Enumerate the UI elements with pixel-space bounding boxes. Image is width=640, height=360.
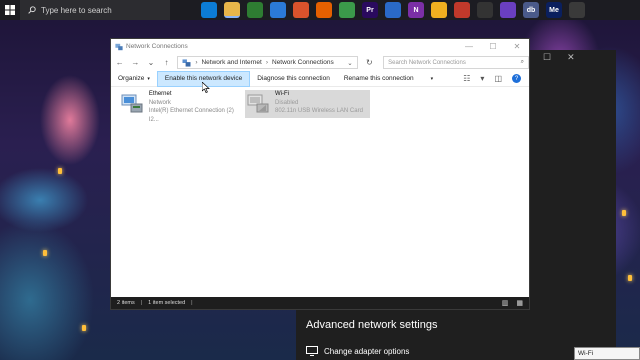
close-icon[interactable]: ✕ [567,52,575,63]
status-divider: | [140,300,143,306]
history-chevron-icon[interactable]: ⌄ [146,58,156,67]
monitor-icon [306,346,318,356]
minimize-icon: — [465,42,473,51]
connections-list: Ethernet Network Intel(R) Ethernet Conne… [111,87,529,296]
search-input[interactable]: Search Network Connections ⌕ [383,56,530,69]
more-commands-button[interactable]: ▾ [421,71,441,87]
breadcrumb-separator: › [265,59,268,66]
lantern-decoration [82,325,86,331]
up-arrow-icon[interactable]: ↑ [162,58,172,67]
network-location-icon [182,58,191,67]
help-icon[interactable]: ? [512,74,521,83]
connection-name: Ethernet [148,91,172,97]
advanced-network-settings-heading: Advanced network settings [306,319,438,331]
connection-device: 802.11n USB Wireless LAN Card [275,108,363,114]
edge-icon[interactable] [201,2,217,18]
close-button[interactable]: ✕ [505,39,529,54]
photos-icon[interactable] [385,2,401,18]
diagnose-connection-label: Diagnose this connection [257,75,330,82]
db-icon[interactable]: db [523,2,539,18]
taskbar-search-box[interactable]: Type here to search [20,0,170,20]
taskbar-app-icons: Pr Ndb Me [170,2,585,18]
taskbar-search-placeholder: Type here to search [41,5,112,15]
preview-pane-icon[interactable]: ◫ [494,74,502,83]
breadcrumb-separator: › [195,59,198,66]
connection-device: Intel(R) Ethernet Connection (2) I2... [148,108,234,123]
breadcrumb-network-and-internet[interactable]: Network and Internet [201,59,261,66]
large-icons-view-icon[interactable]: ▦ [516,299,523,307]
maximize-button[interactable]: ☐ [481,39,505,54]
start-button[interactable] [0,0,20,20]
change-adapter-options-link[interactable]: Change adapter options [306,346,409,356]
view-options-icon[interactable]: ▾ [480,74,484,83]
forward-arrow-icon[interactable]: → [131,58,141,67]
search-placeholder: Search Network Connections [388,59,466,66]
windows-logo-icon [5,5,15,15]
lantern-decoration [628,275,632,281]
wifi-tooltip: Wi-Fi [574,347,640,360]
ethernet-adapter-icon [119,90,145,116]
file-explorer-icon[interactable] [224,2,240,18]
clapper-icon[interactable] [477,2,493,18]
premiere-icon[interactable]: Pr [362,2,378,18]
window-titlebar[interactable]: Network Connections — ☐ ✕ [111,39,529,54]
maximize-icon: ☐ [489,42,497,51]
connection-name: Wi-Fi [275,91,289,97]
search-icon: ⌕ [520,59,525,65]
organize-menu-button[interactable]: Organize ▾ [111,71,157,87]
organize-label: Organize [118,75,145,82]
connection-status: Disabled [275,99,299,106]
media-encoder-icon[interactable]: Me [546,2,562,18]
search-icon [28,6,36,14]
onenote-icon[interactable]: N [408,2,424,18]
terminal-icon[interactable] [569,2,585,18]
mail-icon[interactable] [270,2,286,18]
list-item-ethernet[interactable]: Ethernet Network Intel(R) Ethernet Conne… [119,90,245,123]
change-adapter-options-label: Change adapter options [324,346,410,356]
minimize-button[interactable]: — [457,39,481,54]
taskbar: Type here to search Pr Ndb Me [0,0,640,20]
app-red-icon[interactable] [454,2,470,18]
change-view-icon[interactable]: ☷ [463,74,470,83]
list-item-wifi[interactable]: Wi-Fi Disabled 802.11n USB Wireless LAN … [245,90,370,118]
app-green-icon[interactable] [247,2,263,18]
close-icon: ✕ [513,42,521,51]
command-bar: Organize ▾ Enable this network device Di… [111,70,529,87]
connection-status: Network [148,99,171,106]
window-title: Network Connections [126,43,188,50]
status-bar: 2 items | 1 item selected | ▥ ▦ [111,297,529,309]
address-dropdown-icon[interactable]: ⌄ [347,59,356,67]
enable-network-device-label: Enable this network device [164,75,243,82]
diagnose-connection-button[interactable]: Diagnose this connection [250,71,337,87]
app-yellow-icon[interactable] [431,2,447,18]
lantern-decoration [622,210,626,216]
lantern-decoration [58,168,62,174]
details-view-icon[interactable]: ▥ [502,299,509,307]
lantern-decoration [43,250,47,256]
mouse-pointer-icon [202,82,210,93]
rename-connection-button[interactable]: Rename this connection [337,71,421,87]
maximize-icon[interactable]: ☐ [543,52,551,63]
network-connections-window: Network Connections — ☐ ✕ ← → ⌄ ↑ › Netw… [110,38,530,310]
wifi-adapter-icon [245,90,271,116]
firefox-icon[interactable] [316,2,332,18]
rename-connection-label: Rename this connection [343,75,414,82]
app-purple-icon[interactable] [500,2,516,18]
address-bar: ← → ⌄ ↑ › Network and Internet › Network… [111,54,530,71]
chevron-down-icon: ▾ [147,75,150,82]
item-count: 2 items [117,300,135,306]
status-divider: | [191,300,193,306]
breadcrumb-network-connections[interactable]: Network Connections [272,59,334,66]
address-field[interactable]: › Network and Internet › Network Connect… [177,56,358,69]
back-arrow-icon[interactable]: ← [115,58,125,67]
network-folder-icon [115,43,123,50]
app-orange-icon[interactable] [293,2,309,18]
chevron-down-icon: ▾ [430,75,434,82]
chrome-icon[interactable] [339,2,355,18]
task-view-icon[interactable] [178,2,194,18]
refresh-icon[interactable]: ↻ [364,58,376,67]
selection-count: 1 item selected [148,300,186,306]
